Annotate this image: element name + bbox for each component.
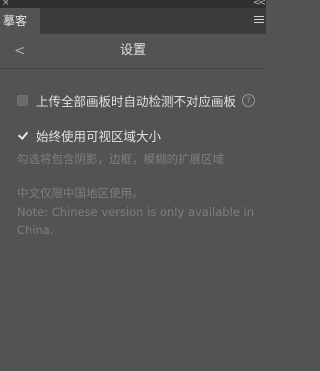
visible-area-checkbox[interactable] bbox=[17, 130, 28, 141]
option-auto-detect-row[interactable]: 上传全部画板时自动检测不对应画板 ? bbox=[17, 92, 256, 109]
auto-detect-label: 上传全部画板时自动检测不对应画板 bbox=[36, 93, 237, 109]
notice-english-line2: China. bbox=[17, 223, 54, 237]
panel-tab-bar: 摹客 bbox=[0, 8, 266, 34]
window-title-strip: × << bbox=[0, 0, 266, 8]
settings-header: < 设置 bbox=[0, 34, 266, 68]
auto-detect-checkbox[interactable] bbox=[17, 94, 28, 106]
page-title: 设置 bbox=[119, 43, 146, 58]
tab-moke[interactable]: 摹客 bbox=[0, 8, 40, 34]
visible-area-label: 始终使用可视区域大小 bbox=[36, 128, 162, 144]
notice-chinese: 中文仅限中国地区使用。 bbox=[17, 186, 144, 200]
option-visible-area-row[interactable]: 始终使用可视区域大小 bbox=[17, 127, 162, 144]
visible-area-description: 勾选将包含阴影，边框，模糊的扩展区域 bbox=[17, 152, 224, 166]
hamburger-menu-icon[interactable] bbox=[254, 16, 264, 24]
header-divider bbox=[0, 68, 266, 69]
help-icon[interactable]: ? bbox=[242, 93, 256, 107]
notice-english-line1: Note: Chinese version is only available … bbox=[17, 205, 254, 219]
